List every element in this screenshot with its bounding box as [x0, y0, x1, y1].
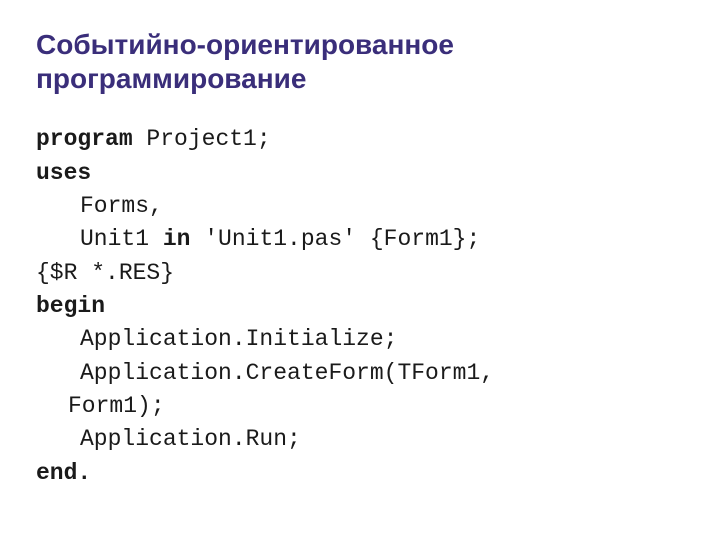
code-line: Form1); [36, 390, 684, 423]
code-line: begin [36, 290, 684, 323]
code-text: 'Unit1.pas' {Form1}; [190, 226, 480, 252]
code-line: Forms, [36, 190, 684, 223]
code-text: Application.Initialize; [80, 326, 397, 352]
code-line: Unit1 in 'Unit1.pas' {Form1}; [36, 223, 684, 256]
keyword-uses: uses [36, 160, 91, 186]
code-line: end. [36, 457, 684, 490]
code-text: Unit1 [80, 226, 163, 252]
code-text: Project1; [133, 126, 271, 152]
code-text: Application.Run; [80, 426, 301, 452]
keyword-end: end. [36, 460, 91, 486]
keyword-program: program [36, 126, 133, 152]
code-block: program Project1; uses Forms, Unit1 in '… [36, 123, 684, 490]
code-text: Form1); [68, 393, 165, 419]
code-text: {$R *.RES} [36, 260, 174, 286]
code-line: {$R *.RES} [36, 257, 684, 290]
keyword-in: in [163, 226, 191, 252]
code-text: Forms, [80, 193, 163, 219]
keyword-begin: begin [36, 293, 105, 319]
code-text: Application.CreateForm(TForm1, [80, 360, 494, 386]
code-line: Application.Initialize; [36, 323, 684, 356]
slide-title: Событийно-ориентированное программирован… [36, 28, 684, 95]
code-line: uses [36, 157, 684, 190]
code-line: Application.CreateForm(TForm1, [36, 357, 684, 390]
code-line: program Project1; [36, 123, 684, 156]
code-line: Application.Run; [36, 423, 684, 456]
